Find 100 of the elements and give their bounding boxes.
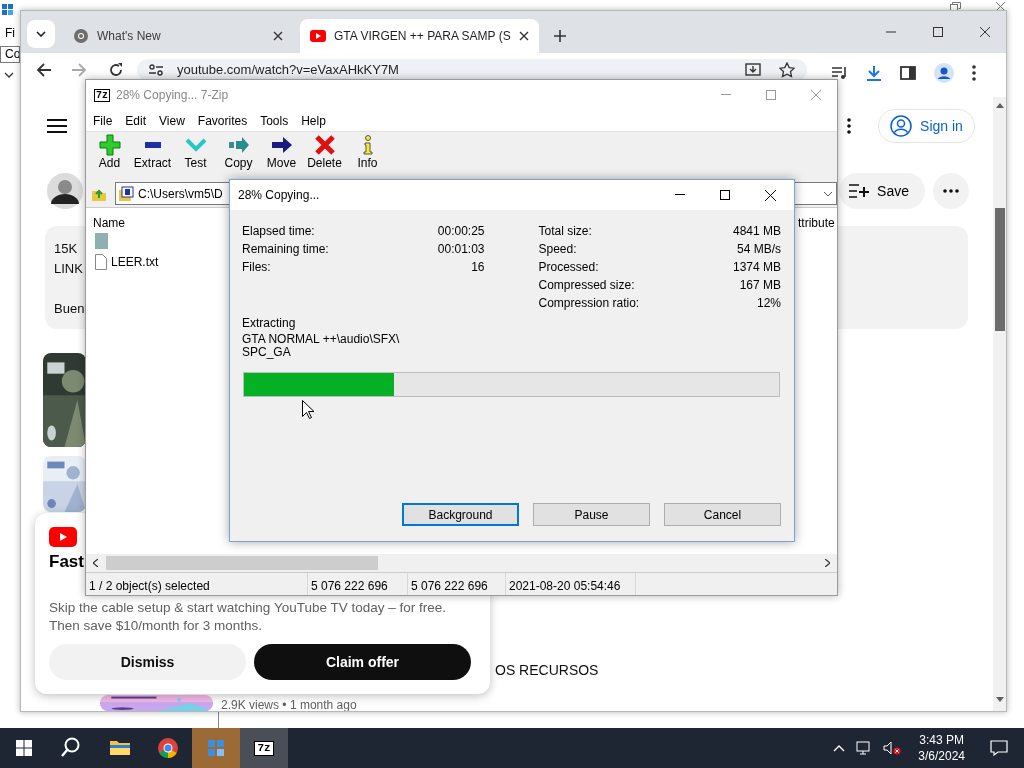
stat-label: Elapsed time: <box>242 223 315 240</box>
cursor-icon <box>302 400 314 419</box>
close-icon[interactable] <box>518 31 529 41</box>
stat-value: 167 MB <box>739 277 781 294</box>
playlist-add-icon <box>849 184 870 198</box>
volume-muted-icon[interactable] <box>883 741 902 755</box>
file-icon[interactable] <box>95 254 107 270</box>
pause-button[interactable]: Pause <box>533 503 650 526</box>
restore-icon[interactable] <box>950 2 961 11</box>
file-path: GTA NORMAL ++\audio\SFX\ <box>242 333 401 346</box>
scrollbar[interactable] <box>86 554 837 572</box>
promo-text: Then save $10/month for 3 months. <box>49 617 264 635</box>
clock-time[interactable]: 3:43 PM <box>918 732 965 748</box>
delete-button[interactable]: Delete <box>303 132 346 180</box>
cross-icon <box>313 134 336 156</box>
status-text: 5 076 222 696 <box>408 573 506 595</box>
scrollbar-thumb[interactable] <box>106 556 378 570</box>
clock-date[interactable]: 3/6/2024 <box>918 748 965 764</box>
promo-title: Fast <box>49 551 84 573</box>
chevron-icon[interactable] <box>823 190 833 197</box>
menu-item[interactable]: Fi <box>5 24 18 42</box>
claim-button[interactable]: Claim offer <box>254 644 471 680</box>
extract-button[interactable]: Extract <box>131 132 174 180</box>
app-logo: 7z <box>254 740 274 756</box>
stat-label: Files: <box>242 259 271 276</box>
logo-icon <box>49 527 77 547</box>
chevron-icon <box>36 31 46 37</box>
stat-label: Processed: <box>538 259 599 276</box>
close-icon[interactable] <box>980 27 990 37</box>
minus-icon <box>144 142 161 148</box>
notification-icon[interactable] <box>990 740 1008 756</box>
taskbar-app[interactable]: 7z <box>240 728 288 768</box>
menu-item[interactable]: Favorites <box>197 111 248 130</box>
network-icon[interactable] <box>856 741 873 755</box>
maximize-icon[interactable] <box>720 190 730 200</box>
tune-icon <box>149 64 163 76</box>
status-text: 5 076 222 696 <box>308 573 408 595</box>
add-button[interactable]: Add <box>88 132 131 180</box>
browser-tab[interactable]: GTA VIRGEN ++ PARA SAMP (S <box>300 19 539 53</box>
menu-item[interactable]: View <box>159 111 185 130</box>
plus-icon[interactable] <box>553 30 566 42</box>
window-title: 28% Copying... <box>238 187 320 204</box>
menu-item[interactable]: Help <box>301 111 326 130</box>
media-icon[interactable] <box>832 66 848 80</box>
stat-value: 00:01:03 <box>437 241 485 258</box>
chevron-icon[interactable] <box>4 72 14 78</box>
column-header[interactable]: ttribute <box>798 214 835 232</box>
download-icon[interactable] <box>866 65 882 81</box>
minimize-icon[interactable] <box>675 194 685 196</box>
file-name[interactable]: LEER.txt <box>111 253 159 271</box>
menu-icon[interactable] <box>972 65 976 81</box>
arrow-icon <box>270 134 293 156</box>
install-icon[interactable] <box>745 63 761 77</box>
background-button[interactable]: Background <box>402 503 519 526</box>
reload-icon[interactable] <box>109 63 123 77</box>
close-icon[interactable] <box>273 31 283 41</box>
grid-icon <box>2 3 14 16</box>
avatar-icon[interactable] <box>47 173 83 209</box>
info-button[interactable]: Info <box>346 132 389 180</box>
scrollbar[interactable] <box>993 97 1006 711</box>
test-button[interactable]: Test <box>174 132 217 180</box>
save-button[interactable]: Save <box>839 173 925 209</box>
menu-item[interactable]: File <box>93 111 113 130</box>
more-button[interactable] <box>933 173 969 209</box>
back-icon[interactable] <box>37 63 51 77</box>
menu-item[interactable]: Edit <box>125 111 147 130</box>
menu-item[interactable]: Tools <box>260 111 289 130</box>
maximize-icon[interactable] <box>933 27 943 37</box>
sign-in-button[interactable]: Sign in <box>878 109 975 143</box>
video-title[interactable]: OS RECURSOS <box>495 660 599 681</box>
description-text: 15K <box>54 240 78 258</box>
profile-icon[interactable] <box>934 63 954 83</box>
status-text: 2021-08-20 05:54:46 <box>506 573 636 595</box>
browser-tab[interactable]: What's New <box>63 19 293 53</box>
input-field[interactable]: Co <box>0 46 20 63</box>
stat-value: 4841 MB <box>732 223 781 240</box>
address-bar[interactable]: youtube.com/watch?v=eVaxAHkKY7M <box>137 59 807 81</box>
more-icon[interactable] <box>847 118 851 134</box>
up-arrow-icon[interactable] <box>996 103 1004 108</box>
chevron-up-icon[interactable] <box>833 744 846 752</box>
copy-button[interactable]: Copy <box>217 132 260 180</box>
description-text: Buen <box>54 300 85 318</box>
menu-icon[interactable] <box>47 119 67 133</box>
cancel-button[interactable]: Cancel <box>664 503 781 526</box>
star-icon[interactable] <box>779 62 795 78</box>
down-arrow-icon[interactable] <box>996 697 1004 702</box>
window-title: 28% Copying... 7-Zip <box>116 87 229 104</box>
close-icon[interactable] <box>765 189 776 201</box>
promo-text: Skip the cable setup & start watching YouTube TV today – for free. <box>49 599 447 617</box>
status-label: Extracting <box>242 315 297 332</box>
grid-icon <box>205 737 227 759</box>
play-icon <box>310 28 326 44</box>
plus-icon <box>98 134 121 156</box>
column-header[interactable]: Name <box>93 214 125 232</box>
move-button[interactable]: Move <box>260 132 303 180</box>
scrollbar-thumb[interactable] <box>995 208 1005 331</box>
description-text: LINK <box>54 260 83 278</box>
dismiss-button[interactable]: Dismiss <box>49 644 246 680</box>
sidebar-icon[interactable] <box>900 66 916 80</box>
tab-search-button[interactable] <box>27 20 55 48</box>
